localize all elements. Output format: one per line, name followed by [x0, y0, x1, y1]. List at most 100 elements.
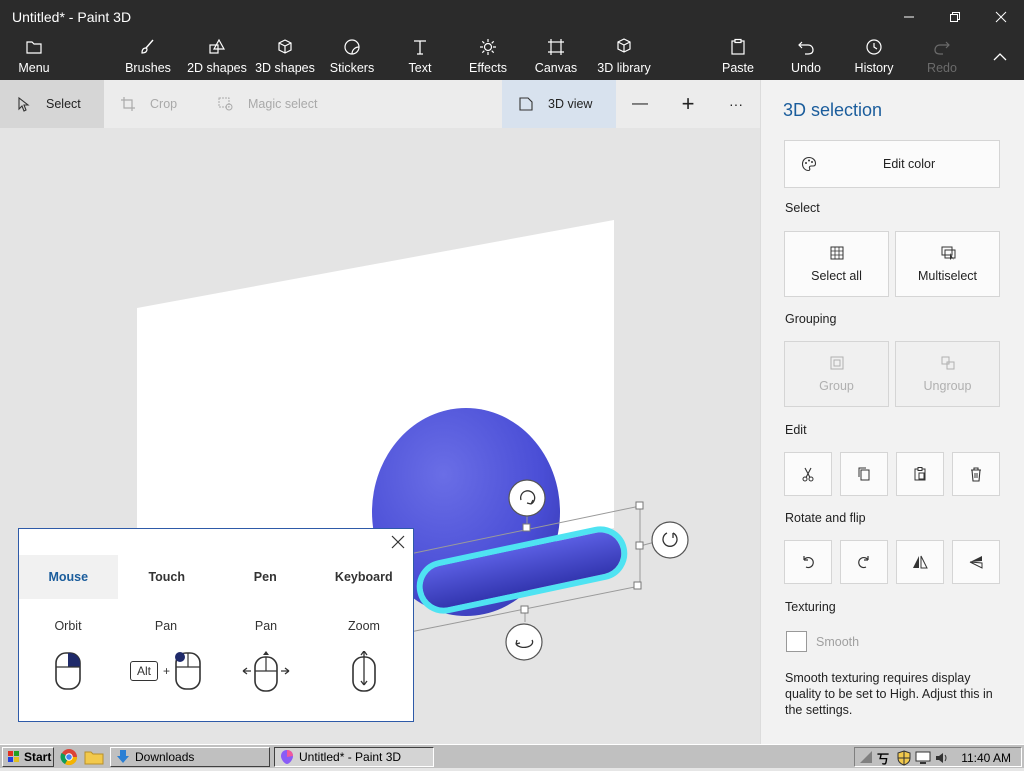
- monitor-icon[interactable]: [915, 751, 931, 765]
- speaker-icon[interactable]: [935, 751, 949, 765]
- zoom-out-button[interactable]: —: [628, 80, 652, 128]
- rotate-handle-top[interactable]: [508, 479, 546, 517]
- restore-button[interactable]: [932, 0, 978, 34]
- paste-panel-button[interactable]: [896, 452, 944, 496]
- stickers-button[interactable]: Stickers: [328, 34, 376, 80]
- brush-icon: [141, 39, 154, 54]
- panel-title: 3D selection: [783, 100, 883, 120]
- tab-keyboard[interactable]: Keyboard: [315, 555, 414, 599]
- 3d-view-label: 3D view: [548, 97, 593, 111]
- 2d-shapes-label: 2D shapes: [187, 61, 247, 75]
- shield-icon[interactable]: [897, 750, 911, 766]
- magic-select-icon: [218, 97, 233, 111]
- zoom-out-label: —: [632, 95, 648, 112]
- paste-button[interactable]: Paste: [718, 34, 758, 80]
- cut-button[interactable]: [784, 452, 832, 496]
- paste-icon: [914, 467, 926, 481]
- help-close-button[interactable]: [389, 533, 407, 551]
- smooth-checkbox[interactable]: [786, 631, 807, 652]
- zoom-in-button[interactable]: +: [676, 80, 700, 128]
- 3d-view-icon: [519, 97, 533, 111]
- rotate-handle-bottom[interactable]: [505, 623, 543, 661]
- chrome-quicklaunch[interactable]: [60, 748, 78, 766]
- 3d-shapes-label: 3D shapes: [255, 61, 315, 75]
- ungroup-button[interactable]: Ungroup: [895, 341, 1000, 407]
- network-icon[interactable]: [859, 750, 873, 764]
- minimize-button[interactable]: [886, 0, 932, 34]
- mouse-icon: [175, 652, 201, 690]
- ungroup-label: Ungroup: [923, 379, 972, 393]
- delete-button[interactable]: [952, 452, 1000, 496]
- flip-vertical-button[interactable]: [952, 540, 1000, 584]
- edit-color-button[interactable]: Edit color: [784, 140, 1000, 188]
- rotate-left-icon: [803, 556, 814, 569]
- 3d-library-button[interactable]: 3D library: [596, 34, 652, 80]
- more-options-button[interactable]: ···: [722, 80, 750, 128]
- flip-horizontal-button[interactable]: [896, 540, 944, 584]
- select-all-label: Select all: [811, 269, 862, 283]
- 3d-library-label: 3D library: [597, 61, 651, 75]
- crop-icon: [121, 97, 135, 111]
- 3d-view-toggle[interactable]: 3D view: [502, 80, 616, 128]
- mouse-pan-icon: [217, 651, 315, 695]
- canvas-button[interactable]: Canvas: [534, 34, 578, 80]
- alt-click-icon: Alt +: [117, 651, 215, 691]
- menu-button[interactable]: Menu: [14, 34, 54, 80]
- multiselect-label: Multiselect: [917, 269, 978, 283]
- palette-icon: [801, 156, 817, 172]
- history-label: History: [854, 61, 894, 75]
- collapse-ribbon-button[interactable]: [986, 34, 1014, 80]
- rotate-right-button[interactable]: [840, 540, 888, 584]
- text-button[interactable]: Text: [400, 34, 440, 80]
- alt-key: Alt: [129, 661, 158, 681]
- restore-icon: [950, 12, 960, 22]
- effects-label: Effects: [469, 61, 507, 75]
- start-button[interactable]: Start: [2, 747, 54, 767]
- copy-button[interactable]: [840, 452, 888, 496]
- paint3d-icon: [281, 750, 293, 764]
- undo-button[interactable]: Undo: [786, 34, 826, 80]
- 3d-selection-panel: 3D selection Edit color Select Select al…: [760, 80, 1024, 744]
- select-all-button[interactable]: Select all: [784, 231, 889, 297]
- effects-button[interactable]: Effects: [466, 34, 510, 80]
- select-tool[interactable]: Select: [0, 80, 104, 128]
- pan-label: Pan: [154, 619, 178, 633]
- more-options-label: ···: [729, 96, 743, 112]
- window-title: Untitled* - Paint 3D: [12, 9, 132, 25]
- windows-logo-icon: [8, 751, 19, 762]
- scissors-icon: [802, 467, 814, 482]
- paint3d-task-label: Untitled* - Paint 3D: [299, 750, 402, 764]
- paint3d-window: Untitled* - Paint 3D Menu Brushes 2D sha…: [0, 0, 1024, 744]
- rotate-left-button[interactable]: [784, 540, 832, 584]
- taskbar-paint3d[interactable]: Untitled* - Paint 3D: [274, 747, 434, 767]
- rotate-handle-right[interactable]: [651, 521, 689, 559]
- crop-tool[interactable]: Crop: [120, 80, 200, 128]
- magic-select-tool[interactable]: Magic select: [218, 80, 338, 128]
- multiselect-button[interactable]: Multiselect: [895, 231, 1000, 297]
- undo-icon: [798, 41, 814, 55]
- title-bar: Untitled* - Paint 3D: [0, 0, 1024, 34]
- group-button[interactable]: Group: [784, 341, 889, 407]
- taskbar-downloads[interactable]: Downloads: [110, 747, 270, 767]
- mouse-left-click-icon: [19, 651, 117, 691]
- group-label: Group: [819, 379, 854, 393]
- canvas-label: Canvas: [534, 61, 578, 75]
- tab-pen[interactable]: Pen: [216, 555, 315, 599]
- close-button[interactable]: [978, 0, 1024, 34]
- brushes-button[interactable]: Brushes: [124, 34, 172, 80]
- redo-button[interactable]: Redo: [924, 34, 960, 80]
- tab-touch[interactable]: Touch: [118, 555, 217, 599]
- history-button[interactable]: History: [852, 34, 896, 80]
- text-label: Text: [408, 61, 432, 75]
- close-icon: [995, 11, 1007, 23]
- help-tabs: Mouse Touch Pen Keyboard: [19, 555, 413, 599]
- main-ribbon: Menu Brushes 2D shapes 3D shapes Sticker…: [0, 34, 1024, 80]
- explorer-quicklaunch[interactable]: [84, 748, 104, 766]
- tab-mouse[interactable]: Mouse: [19, 555, 118, 599]
- 2d-shapes-button[interactable]: 2D shapes: [186, 34, 248, 80]
- 3d-shapes-button[interactable]: 3D shapes: [254, 34, 316, 80]
- flip-vertical-icon: [969, 556, 983, 569]
- clock[interactable]: 11:40 AM: [961, 751, 1011, 765]
- ungroup-icon: [941, 356, 954, 370]
- keyboard-icon[interactable]: 丂: [877, 750, 889, 767]
